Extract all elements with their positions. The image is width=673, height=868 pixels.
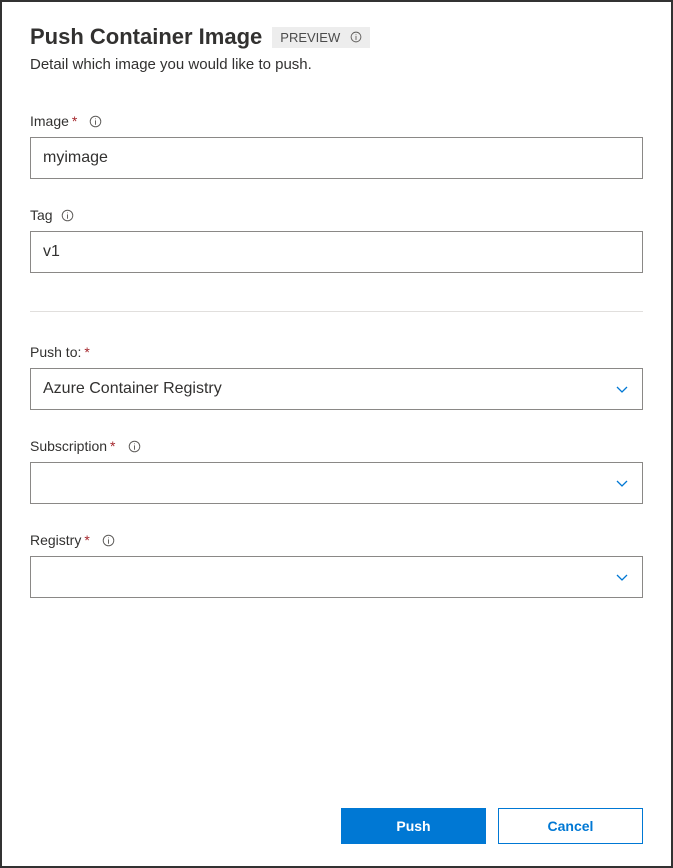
subscription-field-group: Subscription * (30, 438, 643, 504)
subscription-dropdown[interactable] (30, 462, 643, 504)
preview-badge: PREVIEW (272, 27, 370, 48)
pushto-dropdown[interactable]: Azure Container Registry (30, 368, 643, 410)
image-field-group: Image * (30, 113, 643, 179)
chevron-down-icon (614, 475, 630, 491)
registry-dropdown[interactable] (30, 556, 643, 598)
image-input[interactable] (30, 137, 643, 179)
chevron-down-icon (614, 381, 630, 397)
pushto-label: Push to: (30, 344, 81, 360)
subscription-label-row: Subscription * (30, 438, 643, 454)
tag-label: Tag (30, 207, 53, 223)
image-label: Image (30, 113, 69, 129)
required-asterisk: * (72, 113, 77, 129)
info-icon[interactable] (102, 534, 115, 547)
divider (30, 311, 643, 312)
chevron-down-icon (614, 569, 630, 585)
push-container-image-panel: Push Container Image PREVIEW Detail whic… (0, 0, 673, 868)
required-asterisk: * (84, 532, 89, 548)
registry-field-group: Registry * (30, 532, 643, 598)
footer: Push Cancel (30, 788, 643, 844)
panel-title: Push Container Image (30, 24, 262, 50)
pushto-field-group: Push to: * Azure Container Registry (30, 344, 643, 410)
registry-label: Registry (30, 532, 81, 548)
info-icon (350, 31, 362, 43)
panel-subtitle: Detail which image you would like to pus… (30, 56, 643, 73)
tag-field-group: Tag (30, 207, 643, 273)
pushto-label-row: Push to: * (30, 344, 643, 360)
image-label-row: Image * (30, 113, 643, 129)
cancel-button[interactable]: Cancel (498, 808, 643, 844)
required-asterisk: * (84, 344, 89, 360)
preview-badge-label: PREVIEW (280, 30, 340, 45)
info-icon[interactable] (61, 209, 74, 222)
registry-label-row: Registry * (30, 532, 643, 548)
push-button[interactable]: Push (341, 808, 486, 844)
subscription-label: Subscription (30, 438, 107, 454)
required-asterisk: * (110, 438, 115, 454)
pushto-dropdown-value: Azure Container Registry (43, 380, 222, 398)
info-icon[interactable] (89, 115, 102, 128)
panel-header: Push Container Image PREVIEW (30, 24, 643, 50)
tag-input[interactable] (30, 231, 643, 273)
info-icon[interactable] (128, 440, 141, 453)
tag-label-row: Tag (30, 207, 643, 223)
